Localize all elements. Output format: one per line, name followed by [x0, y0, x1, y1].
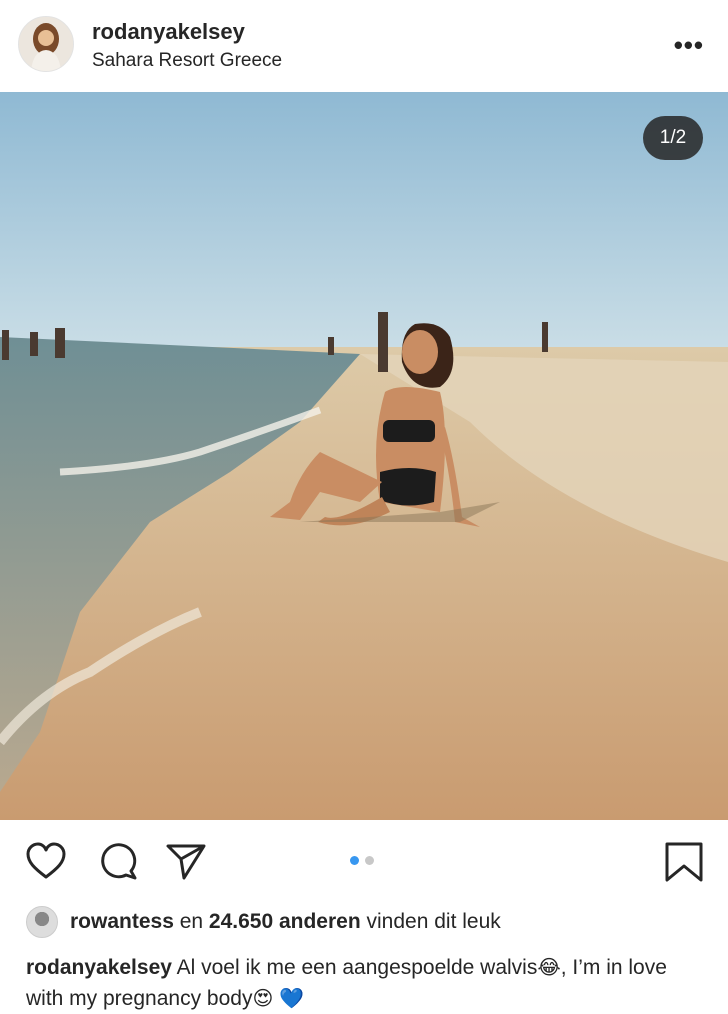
- heart-eyes-emoji: 😍: [252, 986, 274, 1010]
- heart-icon[interactable]: [24, 840, 68, 884]
- likes-suffix: vinden dit leuk: [360, 910, 501, 933]
- more-options-icon[interactable]: •••: [674, 30, 704, 61]
- caption-text-1: Al voel ik me een aangespoelde walvis: [171, 956, 538, 979]
- profile-avatar[interactable]: [18, 16, 74, 72]
- carousel-dot: [365, 856, 374, 865]
- post-username[interactable]: rodanyakelsey: [92, 19, 245, 45]
- likes-connector: en: [173, 910, 209, 933]
- likes-count[interactable]: 24.650 anderen: [209, 910, 361, 934]
- post-photo[interactable]: 1/2: [0, 92, 728, 820]
- carousel-indicator: [350, 856, 374, 865]
- share-icon[interactable]: [164, 840, 208, 884]
- blue-heart-emoji: 💙: [279, 986, 305, 1010]
- post-location[interactable]: Sahara Resort Greece: [92, 50, 282, 72]
- carousel-counter: 1/2: [643, 116, 703, 160]
- carousel-dot-active: [350, 856, 359, 865]
- beach-photo: [0, 92, 728, 820]
- post-header: rodanyakelsey Sahara Resort Greece •••: [0, 0, 728, 92]
- liker-username[interactable]: rowantess: [70, 910, 174, 934]
- post-actions-bar: [0, 820, 728, 902]
- caption-author[interactable]: rodanyakelsey: [26, 956, 172, 979]
- post-caption: rodanyakelsey Al voel ik me een aangespo…: [26, 952, 706, 1014]
- bookmark-icon[interactable]: [662, 840, 706, 884]
- laughing-emoji: 😂: [537, 955, 561, 979]
- liker-avatar[interactable]: [26, 906, 58, 938]
- likes-line: rowantess en 24.650 anderen vinden dit l…: [26, 905, 501, 939]
- comment-icon[interactable]: [96, 840, 140, 884]
